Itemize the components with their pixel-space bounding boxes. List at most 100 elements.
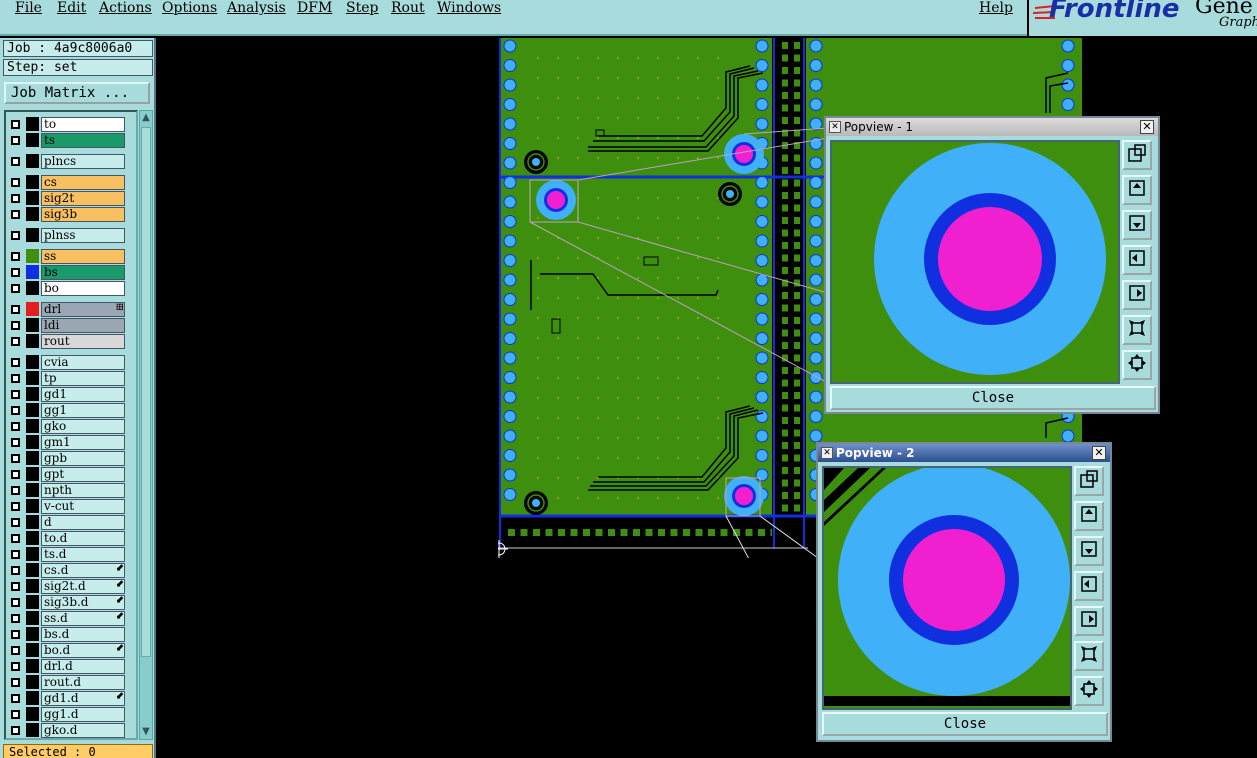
layer-row[interactable]: gd1.d ⬋	[6, 691, 136, 706]
scroll-down-icon[interactable]: ▼	[140, 726, 152, 738]
layer-row[interactable]: bs.d	[6, 627, 136, 642]
layer-checkbox[interactable]	[11, 305, 20, 314]
layer-color-swatch[interactable]	[26, 659, 39, 673]
layer-row[interactable]: sig3b	[6, 207, 136, 222]
layer-row[interactable]: sig2t.d ⬋	[6, 579, 136, 594]
layer-name[interactable]: v-cut	[41, 499, 125, 514]
layer-name[interactable]: gko.d	[41, 723, 125, 738]
layer-row[interactable]: bs	[6, 265, 136, 280]
layer-color-swatch[interactable]	[26, 707, 39, 721]
pan-left-button[interactable]	[1074, 571, 1104, 601]
layer-checkbox[interactable]	[11, 178, 20, 187]
layer-row[interactable]: to.d	[6, 531, 136, 546]
layer-checkbox[interactable]	[11, 470, 20, 479]
layer-name[interactable]: gg1	[41, 403, 125, 418]
zoom-out-button[interactable]	[1122, 315, 1152, 345]
layer-checkbox[interactable]	[11, 454, 20, 463]
layer-row[interactable]: gpt	[6, 467, 136, 482]
layer-color-swatch[interactable]	[26, 595, 39, 609]
popview-2-close-button[interactable]: Close	[822, 712, 1108, 736]
scroll-thumb[interactable]	[141, 127, 151, 657]
layer-checkbox[interactable]	[11, 486, 20, 495]
layer-color-swatch[interactable]	[26, 249, 39, 263]
layer-name[interactable]: cvia	[41, 355, 125, 370]
layer-row[interactable]: gd1	[6, 387, 136, 402]
layer-checkbox[interactable]	[11, 630, 20, 639]
layer-name[interactable]: bo.d	[41, 643, 125, 658]
layer-row[interactable]: plnss	[6, 228, 136, 243]
layer-name[interactable]: plnss	[41, 228, 125, 243]
layer-color-swatch[interactable]	[26, 723, 39, 737]
layer-row[interactable]: rout	[6, 334, 136, 349]
layer-name[interactable]: ss	[41, 249, 125, 264]
layer-name[interactable]: bo	[41, 281, 125, 296]
layer-color-swatch[interactable]	[26, 334, 39, 348]
layer-name[interactable]: to	[41, 117, 125, 132]
layer-row[interactable]: cs	[6, 175, 136, 190]
layer-row[interactable]: plncs	[6, 154, 136, 169]
layer-name[interactable]: rout.d	[41, 675, 125, 690]
layer-checkbox[interactable]	[11, 358, 20, 367]
layer-row[interactable]: bo.d ⬋	[6, 643, 136, 658]
layer-checkbox[interactable]	[11, 726, 20, 735]
menu-file[interactable]: File	[15, 0, 42, 16]
layer-name[interactable]: npth	[41, 483, 125, 498]
layer-color-swatch[interactable]	[26, 387, 39, 401]
layer-color-swatch[interactable]	[26, 675, 39, 689]
popview-1-view[interactable]	[830, 140, 1120, 384]
layer-name[interactable]: gd1.d	[41, 691, 125, 706]
job-matrix-button[interactable]: Job Matrix ...	[4, 82, 150, 104]
layer-checkbox[interactable]	[11, 194, 20, 203]
layer-row[interactable]: gm1	[6, 435, 136, 450]
layer-row[interactable]: v-cut	[6, 499, 136, 514]
layer-name[interactable]: ts	[41, 133, 125, 148]
layer-row[interactable]: cs.d ⬋	[6, 563, 136, 578]
pan-left-button[interactable]	[1122, 245, 1152, 275]
layer-name[interactable]: gpb	[41, 451, 125, 466]
layer-color-swatch[interactable]	[26, 531, 39, 545]
layer-color-swatch[interactable]	[26, 318, 39, 332]
layer-color-swatch[interactable]	[26, 563, 39, 577]
layer-name[interactable]: tp	[41, 371, 125, 386]
layer-name[interactable]: sig2t.d	[41, 579, 125, 594]
layer-row[interactable]: gko	[6, 419, 136, 434]
layer-checkbox[interactable]	[11, 406, 20, 415]
layer-color-swatch[interactable]	[26, 467, 39, 481]
pan-up-button[interactable]	[1074, 501, 1104, 531]
layer-name[interactable]: sig2t	[41, 191, 125, 206]
layer-row[interactable]: gg1	[6, 403, 136, 418]
window-menu-icon[interactable]: ✕	[829, 121, 841, 133]
layer-checkbox[interactable]	[11, 374, 20, 383]
layer-checkbox[interactable]	[11, 210, 20, 219]
layer-color-swatch[interactable]	[26, 643, 39, 657]
layer-checkbox[interactable]	[11, 422, 20, 431]
layer-checkbox[interactable]	[11, 534, 20, 543]
layer-name[interactable]: drl	[41, 302, 125, 317]
pan-down-button[interactable]	[1074, 536, 1104, 566]
layer-checkbox[interactable]	[11, 502, 20, 511]
layer-checkbox[interactable]	[11, 614, 20, 623]
layer-row[interactable]: to	[6, 117, 136, 132]
layer-name[interactable]: gg1.d	[41, 707, 125, 722]
menu-options[interactable]: Options	[162, 0, 217, 16]
layer-row[interactable]: bo	[6, 281, 136, 296]
layer-color-swatch[interactable]	[26, 579, 39, 593]
layer-color-swatch[interactable]	[26, 691, 39, 705]
layer-name[interactable]: sig3b.d	[41, 595, 125, 610]
layer-name[interactable]: bs.d	[41, 627, 125, 642]
menu-analysis[interactable]: Analysis	[227, 0, 286, 16]
layer-row[interactable]: npth	[6, 483, 136, 498]
layer-checkbox[interactable]	[11, 710, 20, 719]
layer-checkbox[interactable]	[11, 566, 20, 575]
layer-row[interactable]: tp	[6, 371, 136, 386]
popview-1-titlebar[interactable]: ✕ Popview - 1	[826, 118, 1158, 136]
popview-1-close-icon[interactable]: ✕	[1140, 120, 1154, 134]
popview-2-titlebar[interactable]: ✕ Popview - 2	[818, 444, 1110, 462]
layer-name[interactable]: gpt	[41, 467, 125, 482]
layer-color-swatch[interactable]	[26, 451, 39, 465]
popview-2-close-icon[interactable]: ✕	[1092, 446, 1106, 460]
layer-checkbox[interactable]	[11, 231, 20, 240]
layer-row[interactable]: sig2t	[6, 191, 136, 206]
layer-name[interactable]: ldi	[41, 318, 125, 333]
zoom-fit-button[interactable]	[1122, 140, 1152, 170]
